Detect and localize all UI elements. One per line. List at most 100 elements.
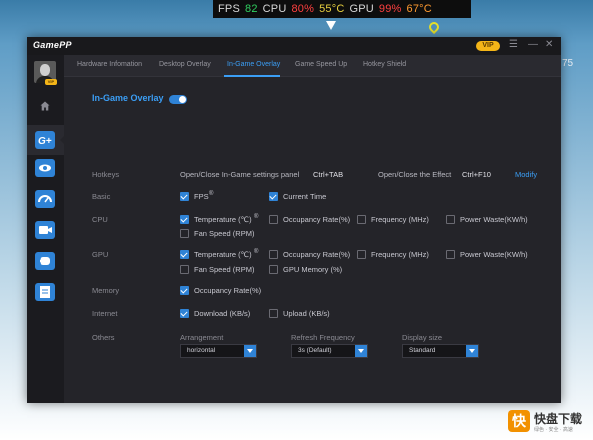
open-close-effect-key: Ctrl+F10 <box>462 170 491 179</box>
video-camera-icon[interactable] <box>35 221 55 239</box>
tab-in-game-overlay[interactable]: In-Game Overlay <box>227 61 280 68</box>
gpu-occupancy-checkbox[interactable] <box>269 250 278 259</box>
background-number: 75 <box>562 58 574 69</box>
hud-fps-label: FPS <box>218 3 240 15</box>
tab-hotkey-shield[interactable]: Hotkey Shield <box>363 61 406 68</box>
home-icon[interactable] <box>40 101 50 111</box>
gpu-label: GPU <box>92 250 109 259</box>
app-logo: GamePP <box>33 40 72 50</box>
download-checkbox[interactable] <box>180 309 189 318</box>
close-icon[interactable]: ✕ <box>545 39 553 50</box>
current-time-label: Current Time <box>283 192 327 201</box>
watermark: 快 快盘下载 绿色 · 安全 · 高速 <box>508 408 588 436</box>
memory-occupancy-label: Occupancy Rate(%) <box>194 286 262 295</box>
internet-label: Internet <box>92 309 118 318</box>
cpu-occupancy-checkbox[interactable] <box>269 215 278 224</box>
menu-icon[interactable]: ☰ <box>509 39 518 50</box>
gpu-frequency-label: Frequency (MHz) <box>371 250 429 259</box>
refresh-frequency-value: 3s (Default) <box>298 347 332 354</box>
cpu-temperature-checkbox[interactable] <box>180 215 189 224</box>
tab-hardware-information[interactable]: Hardware Infomation <box>77 61 142 68</box>
display-size-select[interactable]: Standard <box>402 344 479 358</box>
main-content: In-Game Overlay Hotkeys Open/Close In-Ga… <box>64 77 561 403</box>
avatar-vip-badge: VIP <box>45 79 57 85</box>
cpu-temperature-info-icon[interactable]: ® <box>254 214 258 220</box>
gpu-memory-label: GPU Memory (%) <box>283 265 343 274</box>
speed-boost-icon[interactable] <box>35 252 55 270</box>
download-label: Download (KB/s) <box>194 309 251 318</box>
tab-game-speed-up[interactable]: Game Speed Up <box>295 61 347 68</box>
memory-occupancy-checkbox[interactable] <box>180 286 189 295</box>
gpu-frequency-checkbox[interactable] <box>357 250 366 259</box>
hud-fps-value: 82 <box>245 3 258 15</box>
speedometer-icon[interactable] <box>35 190 55 208</box>
tab-desktop-overlay[interactable]: Desktop Overlay <box>159 61 211 68</box>
cpu-temperature-label: Temperature (℃) <box>194 215 252 224</box>
basic-label: Basic <box>92 192 111 201</box>
hud-gpu-temp: 67°C <box>406 3 432 15</box>
hud-cpu-temp: 55°C <box>319 3 345 15</box>
chevron-down-icon <box>244 345 256 357</box>
arrangement-select[interactable]: horizontal <box>180 344 257 358</box>
watermark-name: 快盘下载 <box>534 412 583 426</box>
refresh-frequency-label: Refresh Frequency <box>291 333 355 342</box>
gpu-occupancy-label: Occupancy Rate(%) <box>283 250 351 259</box>
minimize-icon[interactable]: — <box>528 39 538 50</box>
fps-hud-overlay: FPS 82 CPU 80% 55°C GPU 99% 67°C <box>213 0 471 18</box>
cpu-label: CPU <box>92 215 108 224</box>
fps-label: FPS <box>194 192 209 201</box>
cpu-fan-speed-label: Fan Speed (RPM) <box>194 229 255 238</box>
open-close-settings-key: Ctrl+TAB <box>313 170 344 179</box>
svg-text:G+: G+ <box>38 136 52 147</box>
gpu-temperature-info-icon[interactable]: ® <box>254 249 258 255</box>
vip-badge[interactable]: VIP <box>476 41 500 51</box>
others-label: Others <box>92 333 115 342</box>
gpu-fan-speed-checkbox[interactable] <box>180 265 189 274</box>
hud-cpu-load: 80% <box>291 3 315 15</box>
marker-triangle-icon <box>326 21 336 30</box>
arrangement-value: horizontal <box>187 347 216 354</box>
sidebar: VIP G+ <box>27 55 65 403</box>
cpu-frequency-label: Frequency (MHz) <box>371 215 429 224</box>
current-time-checkbox[interactable] <box>269 192 278 201</box>
section-title: In-Game Overlay <box>92 93 164 103</box>
cpu-power-waste-label: Power Waste(KW/h) <box>460 215 528 224</box>
watermark-logo-icon: 快 <box>508 410 530 432</box>
arrangement-label: Arrangement <box>180 333 224 342</box>
display-size-value: Standard <box>409 347 436 354</box>
cpu-frequency-checkbox[interactable] <box>357 215 366 224</box>
tab-bar: Hardware Infomation Desktop Overlay In-G… <box>64 55 561 77</box>
chevron-down-icon <box>466 345 478 357</box>
eye-icon[interactable] <box>35 159 55 177</box>
fps-checkbox[interactable] <box>180 192 189 201</box>
overlay-enable-toggle[interactable] <box>169 95 187 104</box>
memory-label: Memory <box>92 286 120 295</box>
title-bar[interactable]: GamePP VIP ☰ — ✕ <box>27 37 561 55</box>
gpu-memory-checkbox[interactable] <box>269 265 278 274</box>
watermark-tagline: 绿色 · 安全 · 高速 <box>534 427 573 433</box>
upload-checkbox[interactable] <box>269 309 278 318</box>
upload-label: Upload (KB/s) <box>283 309 330 318</box>
gpu-power-waste-checkbox[interactable] <box>446 250 455 259</box>
document-icon[interactable] <box>35 283 55 301</box>
avatar-face <box>40 64 50 76</box>
hud-gpu-load: 99% <box>378 3 402 15</box>
chevron-down-icon <box>355 345 367 357</box>
hotkeys-label: Hotkeys <box>92 170 120 179</box>
open-close-effect-label: Open/Close the Effect <box>378 170 452 179</box>
display-size-label: Display size <box>402 333 443 342</box>
hud-gpu-label: GPU <box>349 3 374 15</box>
gamepp-window: GamePP VIP ☰ — ✕ Hardware Infomation Des… <box>27 37 561 403</box>
open-close-settings-label: Open/Close In-Game settings panel <box>180 170 300 179</box>
modify-hotkeys-link[interactable]: Modify <box>515 170 537 179</box>
refresh-frequency-select[interactable]: 3s (Default) <box>291 344 368 358</box>
cpu-power-waste-checkbox[interactable] <box>446 215 455 224</box>
fps-info-icon[interactable]: ® <box>209 191 213 197</box>
gpu-temperature-checkbox[interactable] <box>180 250 189 259</box>
game-plus-icon[interactable]: G+ <box>35 131 55 149</box>
cpu-fan-speed-checkbox[interactable] <box>180 229 189 238</box>
cpu-occupancy-label: Occupancy Rate(%) <box>283 215 351 224</box>
gpu-power-waste-label: Power Waste(KW/h) <box>460 250 528 259</box>
gpu-fan-speed-label: Fan Speed (RPM) <box>194 265 255 274</box>
hud-cpu-label: CPU <box>262 3 287 15</box>
